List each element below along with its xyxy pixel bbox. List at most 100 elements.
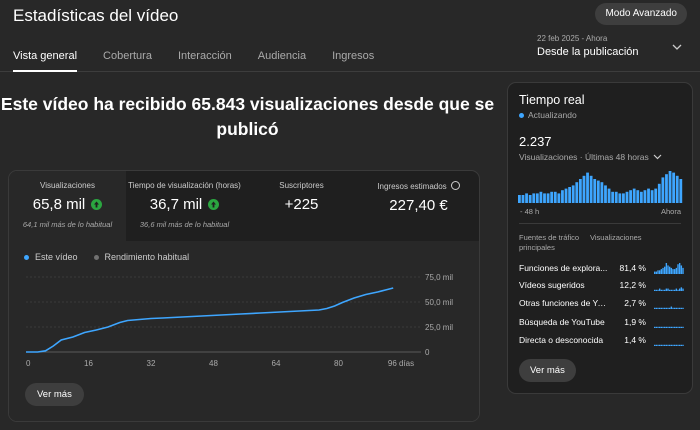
source-name: Otras funciones de Yo... — [519, 298, 609, 308]
sparkline-bar — [660, 344, 663, 346]
sparkline-bar — [675, 344, 678, 346]
traffic-source-row: Vídeos sugeridos 12,2 % — [519, 280, 685, 294]
sparkline-bar — [660, 269, 663, 274]
sparkline-bar — [665, 344, 668, 346]
date-range-picker[interactable]: 22 feb 2025 - Ahora Desde la publicación — [537, 34, 687, 58]
sparkline-bar — [680, 326, 683, 328]
metric-revenue[interactable]: Ingresos estimados 227,40 € — [360, 171, 477, 241]
x-tick-label: 80 — [334, 359, 343, 368]
sparkline-bar — [654, 307, 656, 309]
realtime-bar — [647, 188, 650, 203]
headline: Este vídeo ha recibido 65.843 visualizac… — [0, 94, 495, 139]
sparkline-bar — [679, 326, 681, 328]
sparkline-bar — [657, 344, 659, 346]
overview-card: Visualizaciones 65,8 mil 64,1 mil más de… — [8, 170, 480, 422]
realtime-bar — [539, 191, 543, 203]
tab-engagement[interactable]: Interacción — [178, 50, 232, 72]
realtime-bar — [561, 190, 564, 203]
sparkline-bar — [657, 307, 659, 309]
sparkline-bar — [670, 289, 673, 291]
sparkline-bar — [679, 288, 681, 291]
metric-value: +225 — [284, 196, 319, 213]
sparkline-bar — [674, 289, 676, 291]
realtime-bar — [668, 171, 672, 203]
sparkline-bar — [665, 288, 668, 291]
tab-overview[interactable]: Vista general — [13, 50, 78, 72]
see-more-button[interactable]: Ver más — [25, 383, 84, 406]
realtime-bar — [564, 188, 568, 203]
realtime-bar — [629, 190, 632, 203]
metrics-row: Visualizaciones 65,8 mil 64,1 mil más de… — [9, 171, 479, 241]
date-range-text: 22 feb 2025 - Ahora — [537, 34, 608, 43]
sparkline-bar — [670, 344, 673, 346]
column-header-source: Fuentes de tráfico principales — [519, 233, 580, 252]
sparkline-bar — [664, 307, 666, 309]
header: Estadísticas del vídeo Modo Avanzado Vis… — [0, 0, 700, 72]
x-tick-label: 32 — [147, 359, 156, 368]
realtime-bar-chart — [518, 171, 683, 203]
sparkline-bar — [662, 344, 664, 346]
metric-value: 65,8 mil — [32, 196, 86, 213]
sparkline-bar — [660, 307, 663, 309]
realtime-bar — [604, 185, 607, 203]
metric-watch-time[interactable]: Tiempo de visualización (horas) 36,7 mil… — [126, 171, 243, 241]
advanced-mode-button[interactable]: Modo Avanzado — [595, 3, 687, 25]
sparkline-bar — [655, 307, 658, 309]
sparkline-bar — [669, 307, 671, 309]
source-pct: 1,4 % — [624, 335, 646, 345]
realtime-metric-selector[interactable]: Visualizaciones · Últimas 48 horas — [519, 152, 662, 162]
sparkline-bar — [667, 326, 669, 328]
realtime-bar — [639, 191, 643, 203]
sparkline-bar — [679, 307, 681, 309]
y-tick-label: 75,0 mil — [425, 273, 453, 282]
tab-reach[interactable]: Cobertura — [103, 50, 152, 72]
sparkline-bar — [670, 326, 673, 328]
realtime-bar — [571, 185, 575, 203]
sparkline-bar — [659, 326, 661, 328]
source-name: Vídeos sugeridos — [519, 280, 585, 290]
sparkline-bar — [654, 326, 656, 328]
sparkline-bar — [677, 344, 679, 346]
info-icon[interactable] — [450, 181, 460, 190]
metric-views[interactable]: Visualizaciones 65,8 mil 64,1 mil más de… — [9, 171, 126, 241]
realtime-bar — [543, 193, 546, 203]
sparkline-bar — [674, 344, 676, 346]
sparkline-bar — [660, 289, 663, 291]
metric-subscribers[interactable]: Suscriptores +225 — [243, 171, 360, 241]
realtime-subtitle: Visualizaciones · Últimas 48 horas — [519, 152, 649, 162]
sparkline-bar — [667, 307, 669, 309]
axis-start-label: - 48 h — [520, 207, 540, 216]
sparkline-bar — [669, 266, 671, 274]
realtime-bar — [672, 172, 676, 203]
sparkline-bar — [679, 344, 681, 346]
realtime-bar — [661, 177, 665, 203]
sparkline-bar — [679, 263, 681, 274]
sparkline-bar — [655, 344, 658, 346]
realtime-bar — [589, 175, 593, 203]
sparkline-bar — [677, 264, 679, 274]
traffic-source-row: Búsqueda de YouTube 1,9 % — [519, 317, 685, 331]
sparkline-bar — [675, 267, 678, 274]
x-tick-label: 0 — [26, 359, 31, 368]
realtime-see-more-button[interactable]: Ver más — [519, 359, 576, 382]
sparkline-bar — [654, 289, 656, 291]
realtime-count: 2.237 — [519, 134, 552, 149]
sparkline-bar — [669, 344, 671, 346]
sparkline-bar — [675, 307, 678, 309]
sparkline-bar — [659, 270, 661, 274]
realtime-bar — [643, 190, 647, 203]
legend-label: Rendimiento habitual — [104, 252, 190, 262]
sparkline-bar — [677, 326, 679, 328]
tab-revenue[interactable]: Ingresos — [332, 50, 374, 72]
tab-audience[interactable]: Audiencia — [258, 50, 306, 72]
metric-title: Suscriptores — [279, 181, 324, 190]
metric-title: Ingresos estimados — [360, 181, 477, 191]
sparkline — [654, 306, 684, 309]
sparkline-bar — [664, 344, 666, 346]
sparkline-bar — [669, 326, 671, 328]
sparkline-bar — [682, 344, 684, 346]
realtime-bar — [582, 175, 586, 203]
realtime-bar — [625, 191, 629, 203]
realtime-bar — [675, 175, 679, 203]
metric-title-text: Ingresos estimados — [377, 182, 447, 191]
